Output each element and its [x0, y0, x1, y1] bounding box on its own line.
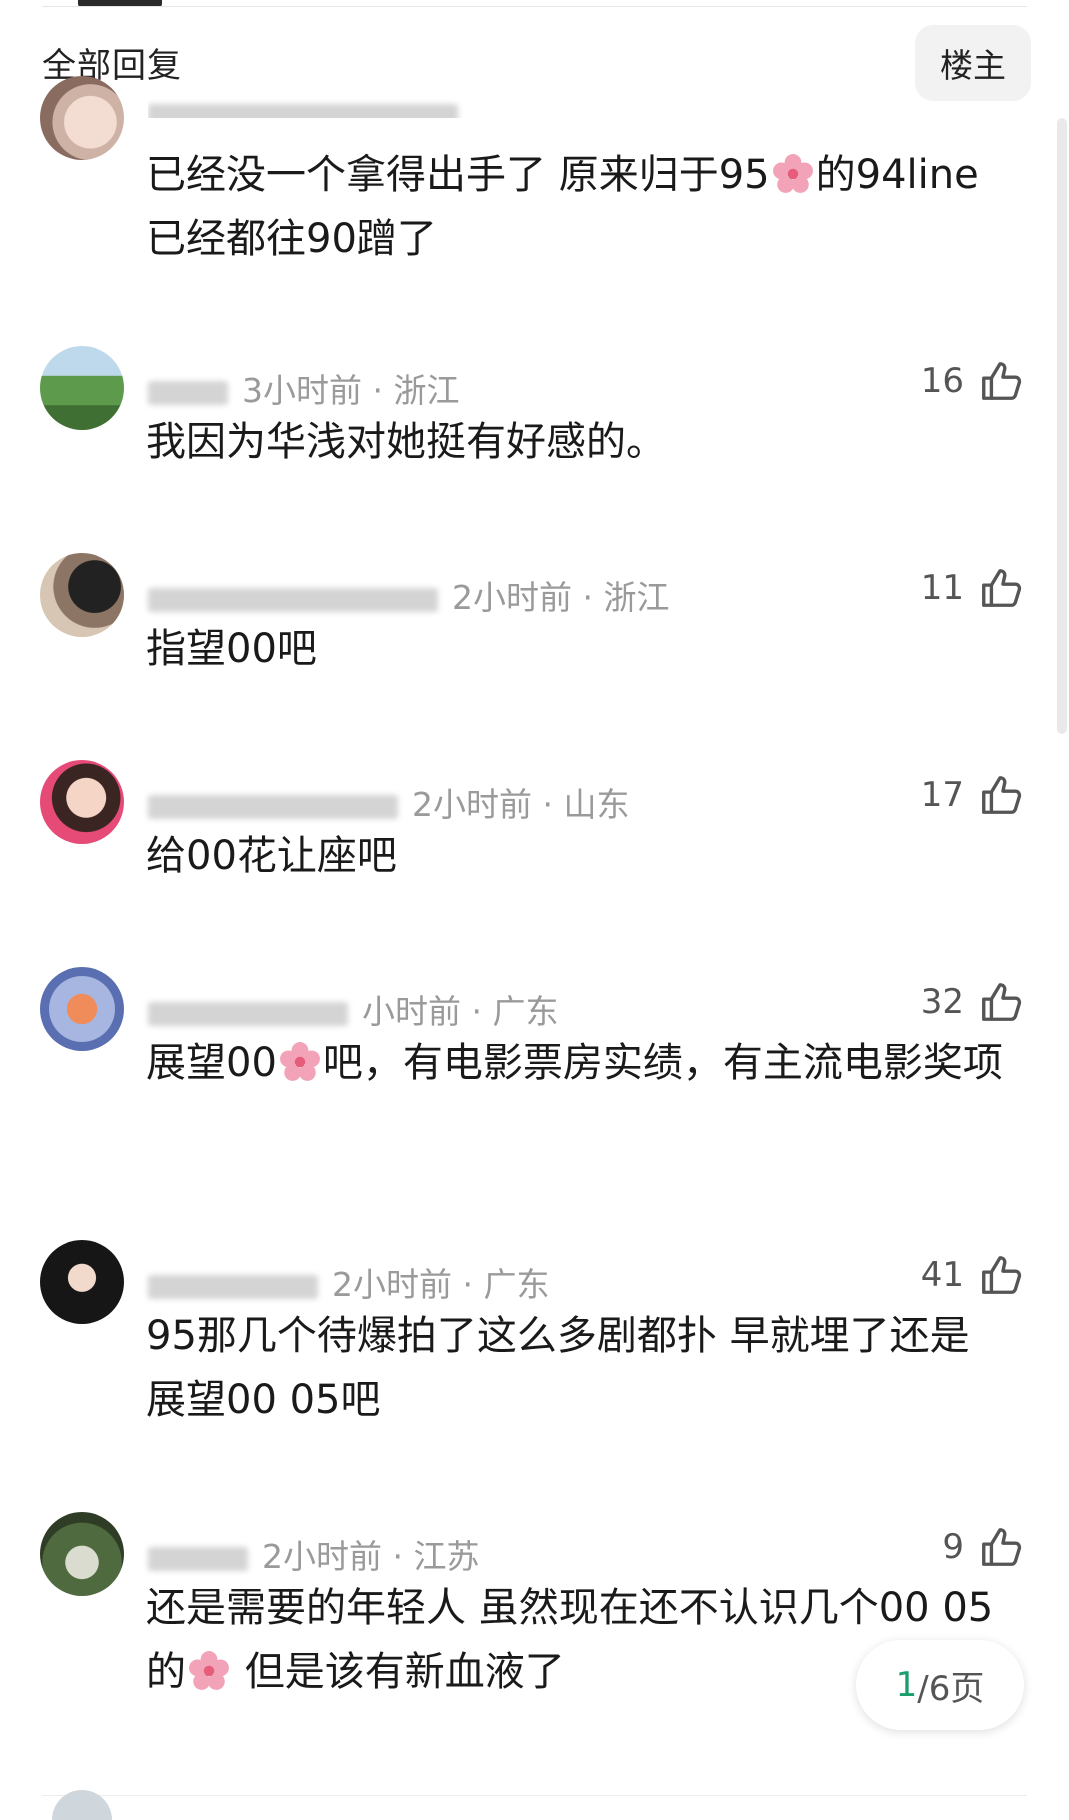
comment-text: 展望00 吧，有电影票房实绩，有主流电影奖项	[146, 1031, 1016, 1095]
comment-meta: 2小时前 · 广东	[148, 1258, 549, 1306]
timestamp-location: 2小时前 · 山东	[412, 785, 630, 824]
avatar[interactable]	[40, 760, 124, 844]
like-button[interactable]: 9	[942, 1524, 1024, 1570]
like-button[interactable]: 41	[921, 1252, 1024, 1298]
username-blur	[148, 1001, 348, 1026]
like-button[interactable]: 16	[921, 358, 1024, 404]
avatar[interactable]	[40, 1512, 124, 1596]
like-button[interactable]: 17	[921, 772, 1024, 818]
op-only-button[interactable]: 楼主	[915, 25, 1031, 101]
cherry-blossom-icon	[189, 1651, 229, 1690]
username-blur	[148, 380, 228, 405]
comment-meta: 3小时前 · 浙江	[148, 364, 459, 412]
total-pages: /6页	[917, 1668, 985, 1709]
username-blur	[148, 587, 438, 612]
thumbs-up-icon	[982, 362, 1022, 400]
avatar[interactable]	[40, 553, 124, 637]
comment-text: 已经没一个拿得出手了 原来归于95 的94line已经都往90蹭了	[146, 143, 1016, 271]
divider	[42, 1795, 1027, 1796]
cherry-blossom-icon	[279, 1042, 320, 1081]
username-blur	[148, 1274, 318, 1299]
timestamp-location: 小时前 · 广东	[362, 992, 559, 1031]
avatar[interactable]	[40, 76, 124, 160]
thumbs-up-icon	[982, 569, 1022, 607]
timestamp-location: 2小时前 · 江苏	[262, 1537, 480, 1576]
current-page: 1	[895, 1665, 918, 1705]
comment-text-part: 给00花让座吧	[146, 833, 397, 879]
avatar[interactable]	[40, 346, 124, 430]
comment-text: 指望00吧	[146, 617, 1016, 681]
like-count: 17	[920, 775, 964, 815]
cherry-blossom-icon	[772, 154, 813, 193]
thumbs-up-icon	[982, 983, 1022, 1021]
like-button[interactable]: 32	[921, 979, 1024, 1025]
comment-meta: 2小时前 · 浙江	[148, 571, 669, 619]
timestamp-location: 2小时前 · 浙江	[452, 578, 670, 617]
page-indicator-button[interactable]: 1/6页	[856, 1640, 1024, 1730]
comment-meta: 2小时前 · 山东	[148, 778, 629, 826]
comment-text-part: 但是该有新血液了	[232, 1649, 565, 1695]
comment-meta	[148, 94, 472, 118]
like-button[interactable]: 11	[921, 565, 1024, 611]
timestamp-location: 2小时前 · 广东	[332, 1265, 550, 1304]
like-count: 16	[920, 361, 964, 401]
comment-meta: 2小时前 · 江苏	[148, 1530, 479, 1578]
comment-text: 我因为华浅对她挺有好感的。	[146, 410, 1016, 474]
comment-text-part: 已经没一个拿得出手了 原来归于95	[146, 152, 770, 198]
like-count: 9	[942, 1527, 964, 1567]
comment-text: 给00花让座吧	[146, 824, 1016, 888]
comment-text-part: 95那几个待爆拍了这么多剧都扑 早就埋了还是展望00 05吧	[146, 1313, 970, 1423]
avatar[interactable]	[40, 967, 124, 1051]
username-blur	[148, 103, 458, 118]
comment-text: 95那几个待爆拍了这么多剧都扑 早就埋了还是展望00 05吧	[146, 1304, 1006, 1432]
thumbs-up-icon	[982, 1528, 1022, 1566]
comment-text-part: 展望00	[146, 1040, 277, 1086]
comment-text-part: 我因为华浅对她挺有好感的。	[146, 419, 666, 465]
timestamp-location: 3小时前 · 浙江	[242, 371, 460, 410]
comment-meta: 小时前 · 广东	[148, 985, 558, 1033]
divider	[42, 6, 1027, 7]
avatar[interactable]	[40, 1240, 124, 1324]
like-count: 41	[920, 1255, 964, 1295]
scrollbar[interactable]	[1057, 118, 1067, 734]
comment-text-part: 吧，有电影票房实绩，有主流电影奖项	[322, 1040, 1003, 1086]
comment-text-part: 指望00吧	[146, 626, 317, 672]
like-count: 32	[920, 982, 964, 1022]
username-blur	[148, 794, 398, 819]
thumbs-up-icon	[982, 776, 1022, 814]
username-blur	[148, 1546, 248, 1571]
thumbs-up-icon	[982, 1256, 1022, 1294]
like-count: 11	[920, 568, 964, 608]
